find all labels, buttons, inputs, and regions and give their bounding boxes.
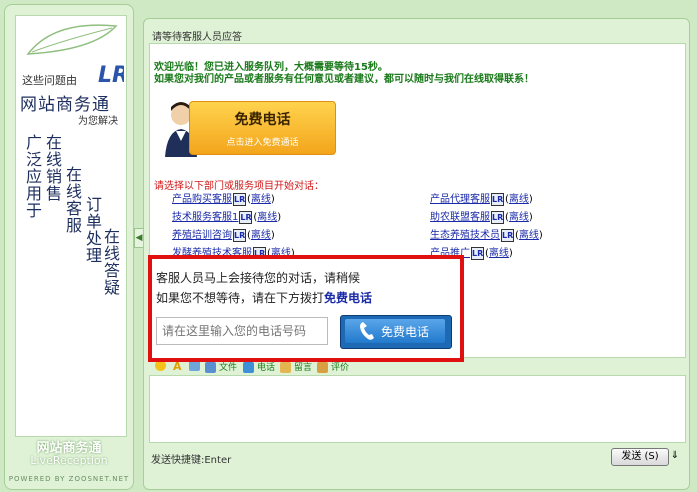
lr-status-icon: LR (239, 210, 253, 224)
department-item[interactable]: 产品购买客服 LR (离线) (172, 190, 275, 206)
rating-icon (317, 362, 328, 373)
rating-label: 评价 (331, 363, 350, 373)
free-call-link[interactable]: 免费电话 (324, 291, 372, 305)
free-call-button[interactable]: 免费电话 点击进入免费通话 (189, 101, 336, 155)
offline-status[interactable]: 离线 (251, 194, 271, 205)
department-link[interactable]: 产品购买客服 (172, 194, 232, 205)
send-options-dropdown[interactable]: ⇓ (670, 448, 680, 464)
popup-message-line-1: 客服人员马上会接待您的对话，请稍候 (156, 271, 361, 285)
sidebar-phrase-2: 在线销售 (46, 133, 63, 203)
free-call-submit-button[interactable]: 免费电话 (340, 315, 452, 349)
popup-message-line-2: 如果您不想等待，请在下方拨打免费电话 (156, 289, 372, 306)
svg-text:LR: LR (98, 63, 124, 88)
sidebar-subtitle: 为您解决 (78, 116, 118, 127)
offline-status[interactable]: 离线 (489, 248, 509, 259)
department-item[interactable]: 养殖培训咨询 LR (离线) (172, 226, 275, 242)
lr-logo-icon: LR (98, 63, 124, 88)
sidebar-phrase-1: 广泛应用于 (26, 133, 43, 220)
department-link[interactable]: 技术服务客服1 (172, 212, 238, 223)
sidebar-powered-by: POWERED BY ZOOSNET.NET (8, 475, 130, 483)
send-button[interactable]: 发送 (S) (611, 448, 669, 466)
free-call-sublabel: 点击进入免费通话 (226, 138, 299, 148)
message-icon (280, 362, 291, 373)
department-link[interactable]: 生态养殖技术员 (430, 230, 500, 241)
sidebar: 这些问题由 LR 网站商务通 为您解决 广泛应用于 在线销售 在线客服 订单处理… (4, 4, 134, 490)
offline-status[interactable]: 离线 (519, 230, 539, 241)
welcome-line-2: 如果您对我们的产品或者服务有任何意见或者建议，都可以随时与我们在线取得联系！ (154, 74, 534, 85)
phone-handset-icon (360, 322, 374, 340)
free-call-submit-label: 免费电话 (381, 325, 430, 339)
sidebar-panel: 这些问题由 LR 网站商务通 为您解决 广泛应用于 在线销售 在线客服 订单处理… (15, 15, 127, 437)
free-call-popup: 客服人员马上会接待您的对话，请稍候 如果您不想等待，请在下方拨打免费电话 免费电… (148, 255, 464, 362)
department-item[interactable]: 生态养殖技术员 LR (离线) (430, 226, 543, 242)
status-label: 请等待客服人员应答 (152, 32, 242, 43)
offline-status[interactable]: 离线 (509, 194, 529, 205)
message-label: 留言 (294, 363, 313, 373)
lr-status-icon: LR (233, 192, 246, 206)
sidebar-phrase-5: 在线答疑 (104, 227, 121, 297)
department-item[interactable]: 产品代理客服 LR (离线) (430, 190, 533, 206)
free-call-banner[interactable]: 免费电话 点击进入免费通话 (159, 97, 336, 157)
leaf-logo-icon (26, 24, 118, 55)
file-icon (205, 362, 216, 373)
offline-status[interactable]: 离线 (509, 212, 529, 223)
sidebar-phrase-3: 在线客服 (66, 165, 83, 235)
phone-label: 电话 (257, 363, 276, 373)
message-input-area[interactable] (149, 375, 686, 443)
lr-status-icon: LR (491, 210, 504, 224)
lr-status-icon: LR (501, 228, 514, 242)
department-item[interactable]: 助农联盟客服 LR (离线) (430, 208, 533, 224)
department-link[interactable]: 助农联盟客服 (430, 212, 490, 223)
department-link[interactable]: 养殖培训咨询 (172, 230, 232, 241)
popup-line-2-text: 如果您不想等待，请在下方拨打 (156, 291, 325, 305)
sidebar-phrase-4: 订单处理 (86, 195, 103, 265)
lr-status-icon: LR (233, 228, 246, 242)
lr-status-icon: LR (491, 192, 504, 206)
offline-status[interactable]: 离线 (257, 212, 277, 223)
free-call-submit-face: 免费电话 (345, 319, 445, 343)
send-shortcut-hint: 发送快捷键:Enter (151, 455, 232, 466)
offline-status[interactable]: 离线 (251, 230, 271, 241)
sidebar-small-text: 这些问题由 (22, 74, 77, 87)
sidebar-brand-subtitle: LiveReception (30, 454, 108, 467)
department-item[interactable]: 技术服务客服1 LR (离线) (172, 208, 281, 224)
department-link[interactable]: 产品代理客服 (430, 194, 490, 205)
free-call-label: 免费电话 (234, 112, 291, 128)
file-label: 文件 (219, 363, 238, 373)
phone-number-input[interactable] (156, 317, 328, 345)
phone-icon (243, 362, 254, 373)
lr-status-icon: LR (471, 246, 484, 260)
chat-window: 请等待客服人员应答 欢迎光临！您已进入服务队列，大概需要等待15秒。 如果您对我… (143, 18, 690, 490)
